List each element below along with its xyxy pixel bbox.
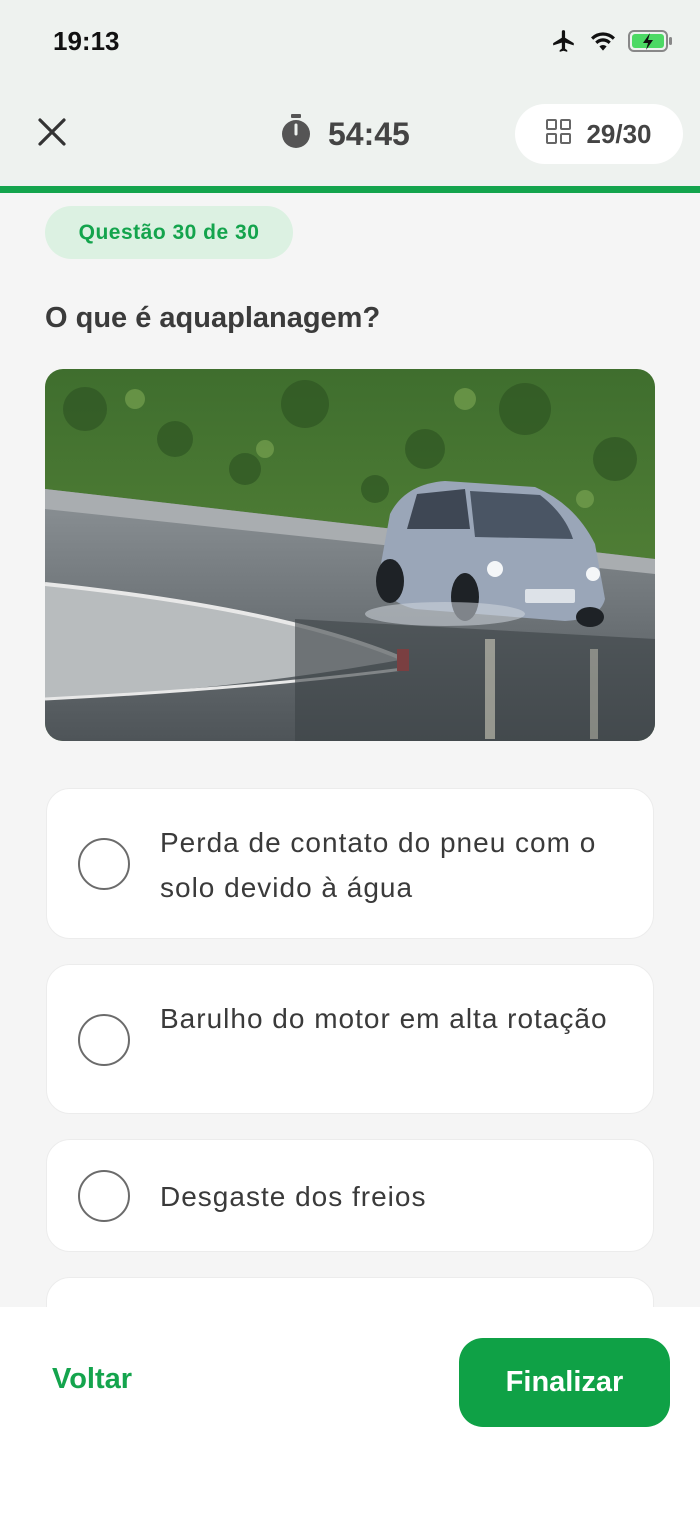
back-button[interactable]: Voltar — [52, 1363, 132, 1396]
radio-1[interactable] — [78, 838, 130, 890]
option-1-text: Perda de contato do pneu com o solo devi… — [160, 827, 597, 903]
close-button[interactable] — [30, 110, 74, 158]
wifi-icon — [588, 29, 618, 58]
grid-icon — [546, 118, 572, 150]
progress-bar — [0, 186, 700, 193]
timer: 54:45 — [280, 114, 410, 155]
option-3[interactable]: Desgaste dos freios — [46, 1139, 654, 1252]
status-icons — [550, 28, 674, 59]
quiz-header: 54:45 29/30 — [0, 88, 700, 188]
progress-count: 29/30 — [586, 118, 652, 149]
stopwatch-icon — [280, 114, 312, 155]
question-grid-button[interactable]: 29/30 — [515, 104, 683, 164]
status-bar: 19:13 — [0, 0, 700, 88]
question-image — [45, 369, 655, 741]
option-2[interactable]: Barulho do motor em alta rotação — [46, 964, 654, 1114]
close-icon — [37, 117, 67, 152]
battery-charging-icon — [628, 29, 674, 58]
finish-button[interactable]: Finalizar — [459, 1338, 670, 1427]
option-3-text: Desgaste dos freios — [160, 1181, 427, 1212]
status-time: 19:13 — [53, 26, 120, 56]
airplane-icon — [550, 28, 578, 59]
option-2-text: Barulho do motor em alta rotação — [160, 1003, 608, 1034]
question-text: O que é aquaplanagem? — [45, 302, 381, 334]
timer-value: 54:45 — [328, 116, 410, 152]
radio-2[interactable] — [78, 1014, 130, 1066]
radio-3[interactable] — [78, 1170, 130, 1222]
question-badge: Questão 30 de 30 — [45, 206, 293, 259]
footer-bar: Voltar Finalizar — [0, 1307, 700, 1515]
option-1[interactable]: Perda de contato do pneu com o solo devi… — [46, 788, 654, 939]
